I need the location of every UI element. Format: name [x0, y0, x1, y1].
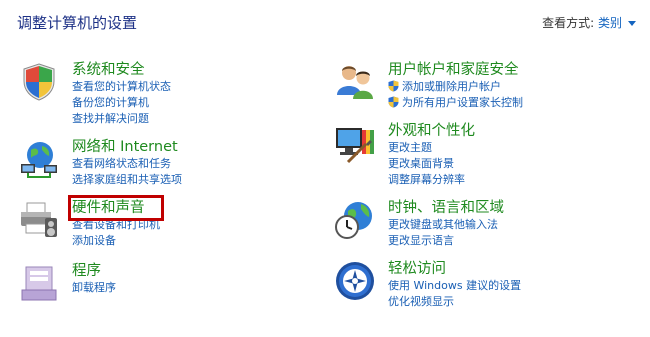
category-title-system-security[interactable]: 系统和安全	[72, 61, 171, 79]
link-view-devices-printers[interactable]: 查看设备和打印机	[72, 217, 160, 233]
chevron-down-icon	[628, 21, 636, 26]
link-change-theme[interactable]: 更改主题	[388, 140, 475, 156]
ease-of-access-icon	[336, 262, 374, 300]
link-backup-computer[interactable]: 备份您的计算机	[72, 95, 171, 111]
category-title-hardware-sound[interactable]: 硬件和声音	[68, 195, 164, 221]
category-title-network[interactable]: 网络和 Internet	[72, 138, 182, 156]
clock-globe-icon	[335, 202, 372, 239]
printer-icon	[21, 202, 57, 237]
view-by: 查看方式: 类别	[542, 14, 636, 31]
link-find-fix-problems[interactable]: 查找并解决问题	[72, 111, 171, 127]
link-homegroup-sharing[interactable]: 选择家庭组和共享选项	[72, 172, 182, 188]
appearance-icon	[336, 128, 374, 164]
view-by-dropdown[interactable]: 类别	[598, 16, 636, 30]
page-title: 调整计算机的设置	[17, 14, 138, 32]
category-title-appearance[interactable]: 外观和个性化	[388, 122, 475, 140]
category-title-user-accounts[interactable]: 用户帐户和家庭安全	[388, 61, 523, 79]
uac-shield-icon	[388, 80, 399, 92]
category-title-programs[interactable]: 程序	[72, 262, 116, 280]
users-icon	[337, 66, 373, 99]
link-adjust-screen-resolution[interactable]: 调整屏幕分辨率	[388, 172, 475, 188]
link-change-keyboard-input[interactable]: 更改键盘或其他输入法	[388, 217, 504, 233]
link-uninstall-program[interactable]: 卸载程序	[72, 280, 116, 296]
link-add-device[interactable]: 添加设备	[72, 233, 160, 249]
view-by-label: 查看方式:	[542, 16, 595, 30]
link-change-desktop-background[interactable]: 更改桌面背景	[388, 156, 475, 172]
link-use-windows-recommended-settings[interactable]: 使用 Windows 建议的设置	[388, 278, 521, 294]
network-globe-icon	[21, 142, 57, 178]
link-change-display-language[interactable]: 更改显示语言	[388, 233, 504, 249]
link-parental-controls[interactable]: 为所有用户设置家长控制	[388, 95, 523, 111]
programs-icon	[21, 266, 57, 301]
category-title-clock-language-region[interactable]: 时钟、语言和区域	[388, 199, 504, 217]
link-optimize-video-display[interactable]: 优化视频显示	[388, 294, 521, 310]
link-view-computer-status[interactable]: 查看您的计算机状态	[72, 79, 171, 95]
uac-shield-icon	[388, 96, 399, 108]
shield-icon	[23, 63, 55, 101]
category-title-ease-of-access[interactable]: 轻松访问	[388, 260, 521, 278]
link-view-network-status[interactable]: 查看网络状态和任务	[72, 156, 182, 172]
link-add-remove-accounts[interactable]: 添加或删除用户帐户	[388, 79, 523, 95]
